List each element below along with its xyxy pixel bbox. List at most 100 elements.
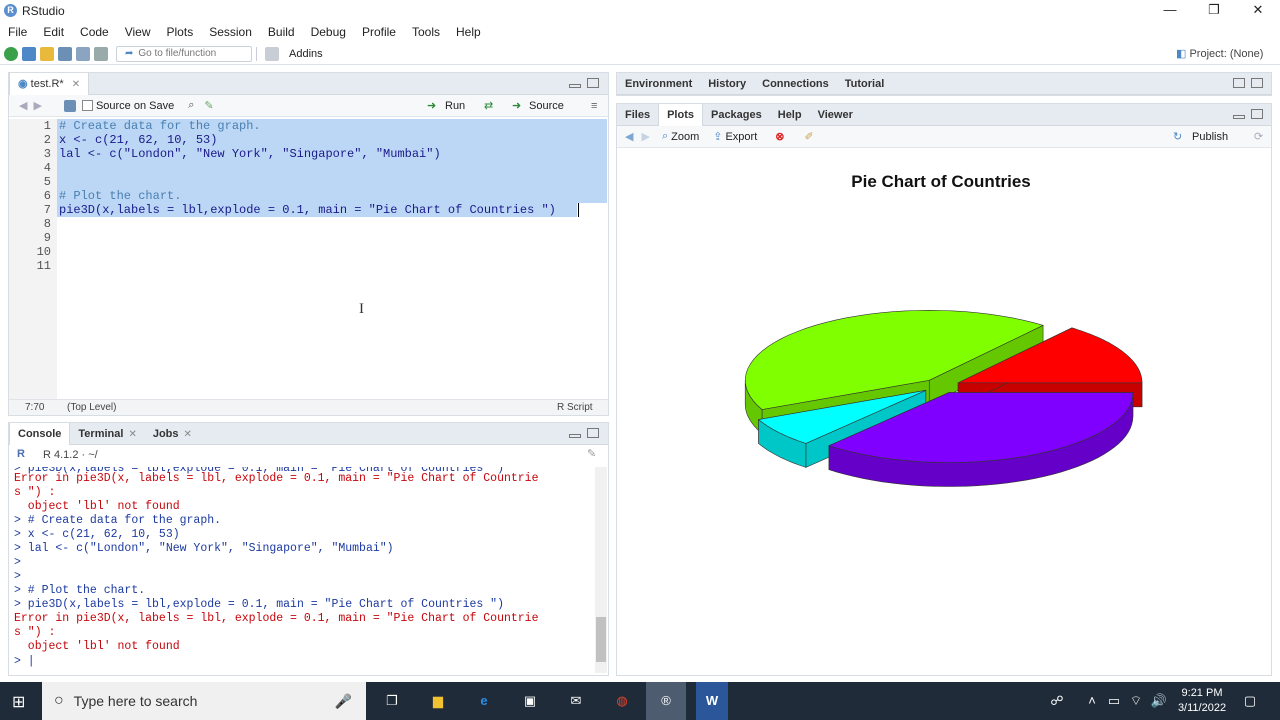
close-terminal-icon[interactable]: ✕ (128, 429, 136, 440)
microphone-icon[interactable]: 🎤 (335, 693, 352, 710)
clock[interactable]: 9:21 PM 3/11/2022 (1172, 686, 1232, 716)
close-tab-icon[interactable]: ✕ (72, 79, 80, 90)
maximize-pane-icon[interactable] (587, 428, 599, 438)
search-icon[interactable]: ⌕ (188, 99, 194, 112)
forward-icon[interactable]: ▶ (33, 99, 41, 112)
tab-terminal[interactable]: Terminal ✕ (70, 423, 144, 445)
source-button[interactable]: Source (529, 100, 564, 112)
clear-console-icon[interactable]: ✎ (587, 447, 596, 460)
notifications-icon[interactable]: ▢ (1238, 682, 1262, 720)
open-file-icon[interactable] (40, 46, 54, 61)
console-scrollbar[interactable] (595, 467, 607, 673)
minimize-button[interactable]: — (1148, 0, 1192, 21)
menu-edit[interactable]: Edit (35, 25, 72, 39)
tab-plots[interactable]: Plots (658, 103, 703, 126)
tab-history[interactable]: History (700, 73, 754, 95)
store-icon[interactable]: ▣ (516, 682, 544, 720)
tab-test-r[interactable]: ◉ test.R* ✕ (9, 72, 90, 95)
publish-button[interactable]: Publish (1192, 131, 1228, 143)
restore-pane-icon[interactable] (1251, 109, 1263, 119)
code-tools-icon[interactable]: ✎ (204, 99, 213, 112)
scope-selector[interactable]: (Top Level) (67, 402, 116, 413)
tab-viewer[interactable]: Viewer (810, 104, 861, 126)
menu-file[interactable]: File (0, 25, 35, 39)
print-icon[interactable] (94, 46, 108, 61)
tab-environment[interactable]: Environment (617, 73, 700, 95)
console-line: > x <- c(21, 62, 10, 53) (14, 528, 180, 541)
back-icon[interactable]: ◀ (19, 99, 27, 112)
console-output[interactable]: > pie3D(x,labels = lbl,explode = 0.1, ma… (9, 467, 607, 677)
menu-tools[interactable]: Tools (404, 25, 448, 39)
menu-help[interactable]: Help (448, 25, 489, 39)
maximize-pane-icon[interactable] (1251, 78, 1263, 88)
source-on-save-checkbox[interactable] (81, 100, 93, 111)
edge-browser-icon[interactable]: e (470, 682, 498, 720)
remove-plot-icon[interactable]: ⊗ (775, 130, 784, 143)
tab-help[interactable]: Help (770, 104, 810, 126)
volume-icon[interactable]: 🔊 (1148, 682, 1170, 720)
word-icon[interactable]: W (696, 682, 728, 720)
rerun-icon[interactable]: ⇄ (484, 99, 493, 112)
menu-view[interactable]: View (117, 25, 159, 39)
new-project-icon[interactable] (22, 46, 36, 61)
show-hidden-icons-chevron-icon[interactable]: ˄ (1082, 682, 1102, 720)
console-line: object 'lbl' not found (14, 640, 180, 653)
menu-debug[interactable]: Debug (303, 25, 354, 39)
minimize-pane-icon[interactable] (1233, 115, 1245, 119)
console-prompt-input[interactable]: > | (14, 655, 35, 669)
zoom-button[interactable]: Zoom (671, 131, 699, 143)
chrome-icon[interactable]: ◍ (608, 682, 636, 720)
source-arrow-icon: ➜ (512, 100, 522, 112)
menu-session[interactable]: Session (201, 25, 260, 39)
file-explorer-icon[interactable]: ▆ (424, 682, 452, 720)
line-number: 9 (43, 231, 51, 245)
mail-icon[interactable]: ✉ (562, 682, 590, 720)
scrollbar-thumb[interactable] (596, 617, 606, 662)
save-icon[interactable] (63, 99, 76, 112)
tab-files[interactable]: Files (617, 104, 658, 126)
next-plot-icon[interactable]: ▶ (641, 130, 649, 143)
menu-plots[interactable]: Plots (159, 25, 202, 39)
tab-jobs[interactable]: Jobs ✕ (145, 423, 200, 445)
console-line: > # Plot the chart. (14, 584, 146, 597)
menu-build[interactable]: Build (260, 25, 303, 39)
refresh-icon[interactable]: ⟳ (1254, 130, 1263, 143)
run-button[interactable]: Run (445, 100, 465, 112)
file-type-selector[interactable]: R Script (557, 402, 593, 413)
taskbar-search-box[interactable]: ○ Type here to search 🎤 (42, 682, 366, 720)
maximize-pane-icon[interactable] (587, 78, 599, 88)
wifi-icon[interactable]: ⌔ (1126, 682, 1146, 720)
code-editor[interactable]: 1 2 3 4 5 6 7 8 9 10 11 # Create data fo… (9, 119, 609, 401)
restore-pane-icon[interactable] (1233, 78, 1245, 88)
console-line: > (14, 556, 21, 569)
tab-console[interactable]: Console (9, 422, 71, 445)
save-icon[interactable] (58, 46, 72, 61)
close-button[interactable]: ✕ (1236, 0, 1280, 21)
outline-icon[interactable]: ≡ (591, 100, 597, 112)
export-button[interactable]: Export (725, 131, 757, 143)
close-jobs-icon[interactable]: ✕ (184, 429, 192, 440)
addins-button[interactable]: Addins (289, 48, 323, 60)
tab-tutorial[interactable]: Tutorial (837, 73, 893, 95)
console-line: s ") : (14, 486, 56, 499)
windows-start-icon[interactable]: ⊞ (12, 692, 25, 712)
rstudio-taskbar-icon[interactable]: ® (646, 682, 686, 720)
maximize-button[interactable]: ❐ (1192, 0, 1236, 21)
new-file-icon[interactable] (4, 46, 18, 61)
tab-connections[interactable]: Connections (754, 73, 837, 95)
people-icon[interactable]: ☍ (1046, 682, 1068, 720)
previous-plot-icon[interactable]: ◀ (625, 130, 633, 143)
minimize-pane-icon[interactable] (569, 434, 581, 438)
line-number: 1 (43, 119, 51, 133)
task-view-icon[interactable]: ❐ (378, 682, 406, 720)
clear-plots-broom-icon[interactable]: ✐ (804, 130, 813, 143)
menu-profile[interactable]: Profile (354, 25, 404, 39)
battery-icon[interactable]: ▭ (1104, 682, 1124, 720)
project-menu[interactable]: ◧ Project: (None) (1176, 47, 1263, 60)
workspace-panes-icon[interactable] (265, 46, 279, 61)
minimize-pane-icon[interactable] (569, 84, 581, 88)
menu-code[interactable]: Code (72, 25, 117, 39)
go-to-file-input[interactable]: ➦ Go to file/function (116, 45, 252, 62)
tab-packages[interactable]: Packages (703, 104, 770, 126)
save-all-icon[interactable] (76, 46, 90, 61)
